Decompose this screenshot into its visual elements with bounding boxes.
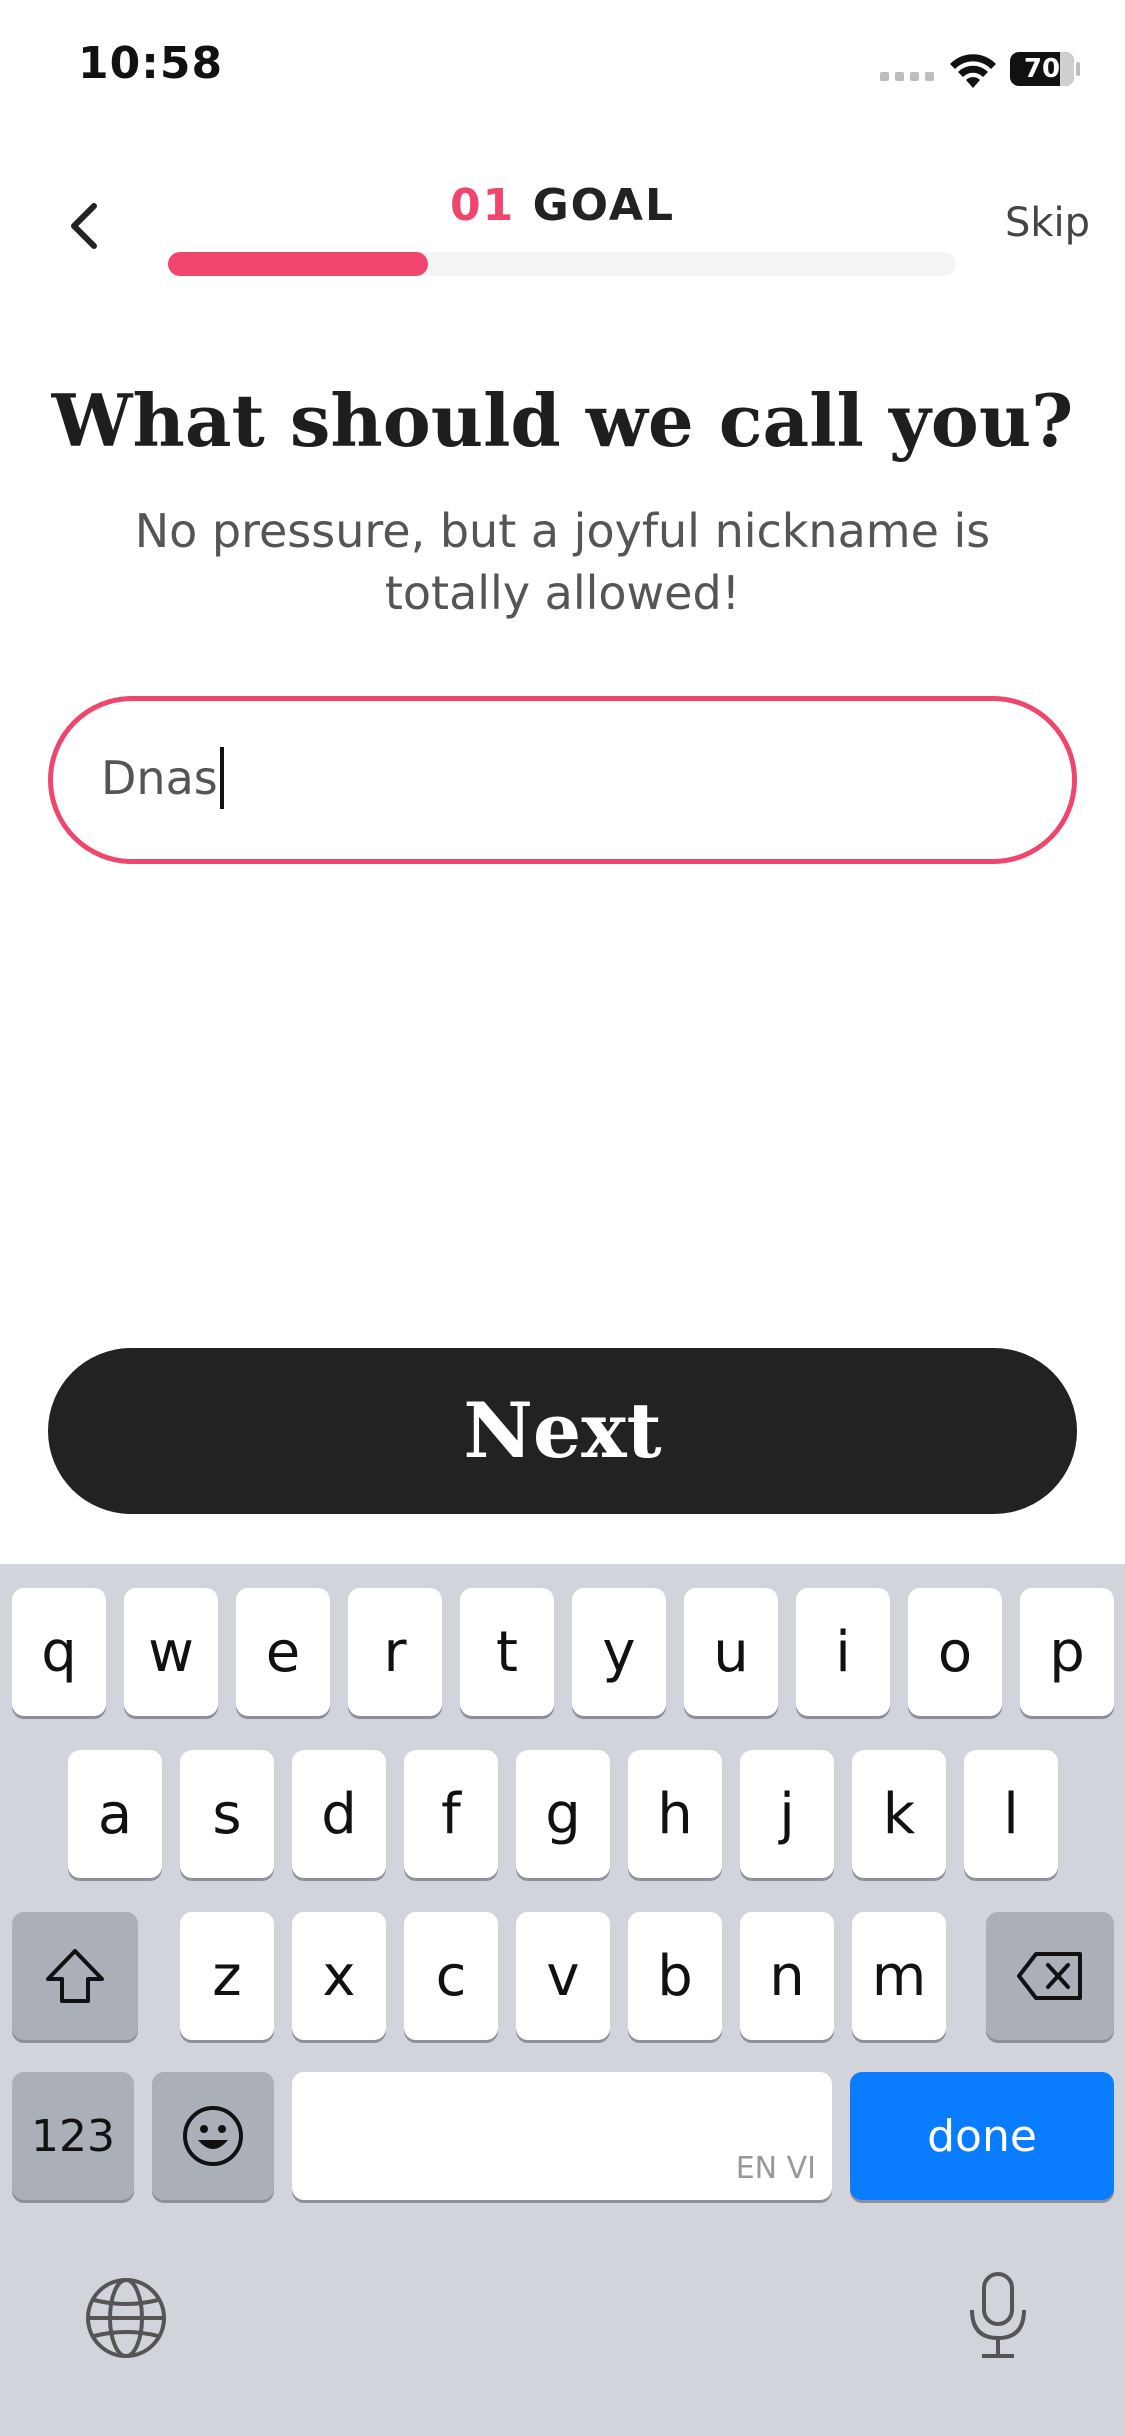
key-g[interactable]: g xyxy=(516,1750,610,1878)
key-t[interactable]: t xyxy=(460,1588,554,1716)
key-u[interactable]: u xyxy=(684,1588,778,1716)
wifi-icon xyxy=(950,54,996,88)
numbers-key[interactable]: 123 xyxy=(12,2072,134,2200)
key-r[interactable]: r xyxy=(348,1588,442,1716)
text-caret xyxy=(219,746,224,809)
step-number: 01 xyxy=(450,180,516,231)
nickname-input[interactable]: Dnas xyxy=(48,696,1077,864)
key-d[interactable]: d xyxy=(292,1750,386,1878)
key-c[interactable]: c xyxy=(404,1912,498,2040)
emoji-icon xyxy=(183,2106,243,2166)
progress-fill xyxy=(168,252,429,276)
key-z[interactable]: z xyxy=(180,1912,274,2040)
key-a[interactable]: a xyxy=(68,1750,162,1878)
key-x[interactable]: x xyxy=(292,1912,386,2040)
key-l[interactable]: l xyxy=(964,1750,1058,1878)
battery-icon: 70 xyxy=(1010,52,1080,86)
status-time: 10:58 xyxy=(78,38,224,89)
key-j[interactable]: j xyxy=(740,1750,834,1878)
space-key[interactable]: EN VI xyxy=(292,2072,832,2200)
nickname-text: Dnas xyxy=(101,751,218,805)
globe-icon[interactable] xyxy=(84,2276,168,2360)
shift-icon xyxy=(46,1949,104,2003)
page-title: What should we call you? xyxy=(51,378,1074,463)
step-title: 01 GOAL xyxy=(0,180,1125,231)
key-k[interactable]: k xyxy=(852,1750,946,1878)
skip-button[interactable]: Skip xyxy=(980,200,1090,246)
key-v[interactable]: v xyxy=(516,1912,610,2040)
backspace-icon xyxy=(1017,1952,1082,2000)
emoji-key[interactable] xyxy=(152,2072,274,2200)
key-f[interactable]: f xyxy=(404,1750,498,1878)
key-b[interactable]: b xyxy=(628,1912,722,2040)
microphone-icon[interactable] xyxy=(966,2270,1030,2362)
key-p[interactable]: p xyxy=(1020,1588,1114,1716)
cellular-signal-icon xyxy=(880,72,936,84)
key-q[interactable]: q xyxy=(12,1588,106,1716)
space-language-hint: EN VI xyxy=(735,2151,816,2186)
key-w[interactable]: w xyxy=(124,1588,218,1716)
key-n[interactable]: n xyxy=(740,1912,834,2040)
nickname-input-value: Dnas xyxy=(101,746,224,809)
backspace-key[interactable] xyxy=(986,1912,1114,2040)
done-key[interactable]: done xyxy=(850,2072,1114,2200)
next-button[interactable]: Next xyxy=(48,1348,1077,1514)
key-s[interactable]: s xyxy=(180,1750,274,1878)
progress-bar xyxy=(168,252,956,276)
status-bar: 10:58 70 xyxy=(0,0,1125,140)
key-o[interactable]: o xyxy=(908,1588,1002,1716)
key-y[interactable]: y xyxy=(572,1588,666,1716)
step-name: GOAL xyxy=(532,180,675,231)
key-h[interactable]: h xyxy=(628,1750,722,1878)
keyboard: qwertyuiop asdfghjkl zxcvbnm 123 EN VI d… xyxy=(0,1564,1125,2436)
battery-level: 70 xyxy=(1023,54,1061,84)
page-subtitle: No pressure, but a joyful nickname is to… xyxy=(134,504,991,620)
key-m[interactable]: m xyxy=(852,1912,946,2040)
key-i[interactable]: i xyxy=(796,1588,890,1716)
shift-key[interactable] xyxy=(12,1912,138,2040)
key-e[interactable]: e xyxy=(236,1588,330,1716)
